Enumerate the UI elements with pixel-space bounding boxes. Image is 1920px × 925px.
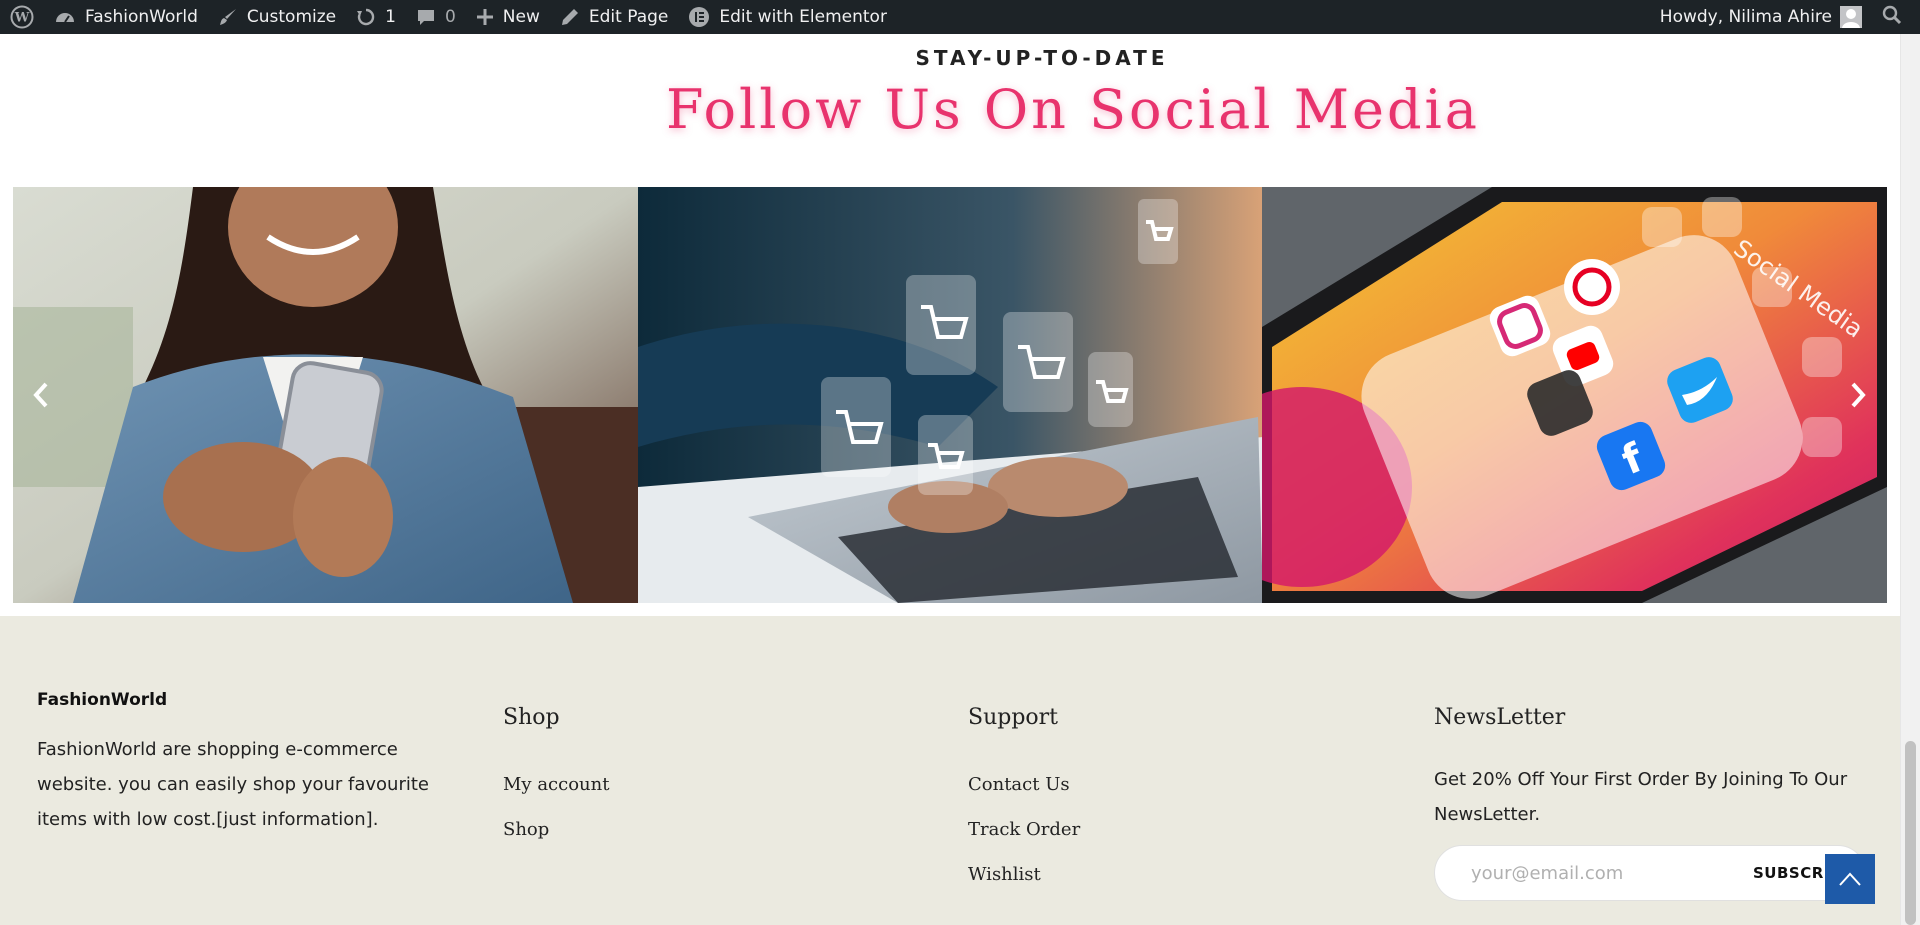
customize-button[interactable]: Customize	[208, 0, 346, 34]
slide-social-media-apps: f Social Media	[1262, 187, 1888, 603]
customize-label: Customize	[246, 7, 337, 27]
scroll-to-top-button[interactable]	[1825, 854, 1875, 904]
footer-newsletter-heading: NewsLetter	[1434, 705, 1566, 730]
search-button[interactable]	[1872, 0, 1920, 34]
brush-icon	[218, 7, 238, 27]
laptop-shopping-image	[637, 187, 1263, 603]
scrollbar-thumb[interactable]	[1905, 741, 1916, 925]
site-footer: FashionWorld FashionWorld are shopping e…	[0, 616, 1900, 925]
admin-bar: W FashionWorld Customize 1 0 New Edit Pa…	[0, 0, 1920, 34]
footer-link-shop[interactable]: Shop	[503, 819, 549, 840]
footer-link-wishlist[interactable]: Wishlist	[968, 864, 1041, 885]
wordpress-logo-button[interactable]: W	[0, 0, 44, 34]
social-image-carousel[interactable]: f Social Media	[13, 187, 1888, 603]
site-name-label: FashionWorld	[85, 7, 198, 27]
edit-page-label: Edit Page	[588, 7, 669, 27]
avatar	[1840, 6, 1862, 28]
slide-woman-with-phone	[13, 187, 638, 603]
woman-with-phone-image	[13, 187, 638, 603]
wordpress-icon: W	[10, 5, 34, 29]
new-label: New	[502, 7, 540, 27]
section-title: Follow Us On Social Media	[666, 78, 1480, 141]
slide-laptop-shopping	[637, 187, 1263, 603]
newsletter-email-input[interactable]	[1471, 862, 1741, 884]
footer-support-heading: Support	[968, 705, 1059, 730]
footer-about-text: FashionWorld are shopping e-commerce web…	[37, 739, 430, 830]
newsletter-form: SUBSCRIBE	[1434, 845, 1866, 901]
carousel-prev-button[interactable]	[26, 375, 56, 415]
comment-icon	[416, 7, 436, 27]
footer-shop-heading: Shop	[503, 705, 560, 730]
chevron-right-icon	[1851, 382, 1866, 408]
comments-count: 0	[444, 7, 456, 27]
edit-elementor-label: Edit with Elementor	[719, 7, 887, 27]
svg-text:W: W	[14, 11, 30, 26]
dashboard-icon	[54, 8, 76, 26]
chevron-left-icon	[33, 382, 48, 408]
elementor-icon	[688, 6, 710, 28]
updates-count: 1	[385, 7, 396, 27]
comments-button[interactable]: 0	[406, 0, 466, 34]
footer-link-track-order[interactable]: Track Order	[968, 819, 1080, 840]
carousel-next-button[interactable]	[1843, 375, 1873, 415]
edit-with-elementor-button[interactable]: Edit with Elementor	[678, 0, 897, 34]
howdy-label: Howdy, Nilima Ahire	[1659, 7, 1832, 27]
footer-link-my-account[interactable]: My account	[503, 774, 609, 795]
edit-page-button[interactable]: Edit Page	[550, 0, 678, 34]
site-name-button[interactable]: FashionWorld	[44, 0, 208, 34]
footer-brand: FashionWorld	[37, 690, 168, 710]
pencil-icon	[560, 7, 580, 27]
updates-button[interactable]: 1	[346, 0, 406, 34]
search-icon	[1882, 5, 1902, 30]
chevron-up-icon	[1839, 872, 1861, 886]
updates-icon	[356, 7, 376, 27]
section-eyebrow: STAY-UP-TO-DATE	[915, 46, 1169, 70]
account-menu-button[interactable]: Howdy, Nilima Ahire	[1650, 0, 1872, 34]
newsletter-description: Get 20% Off Your First Order By Joining …	[1434, 769, 1848, 825]
page-scrollbar[interactable]	[1900, 34, 1920, 925]
plus-icon	[476, 8, 494, 26]
social-media-apps-image: f Social Media	[1262, 187, 1888, 603]
footer-link-contact-us[interactable]: Contact Us	[968, 774, 1070, 795]
new-content-button[interactable]: New	[466, 0, 550, 34]
